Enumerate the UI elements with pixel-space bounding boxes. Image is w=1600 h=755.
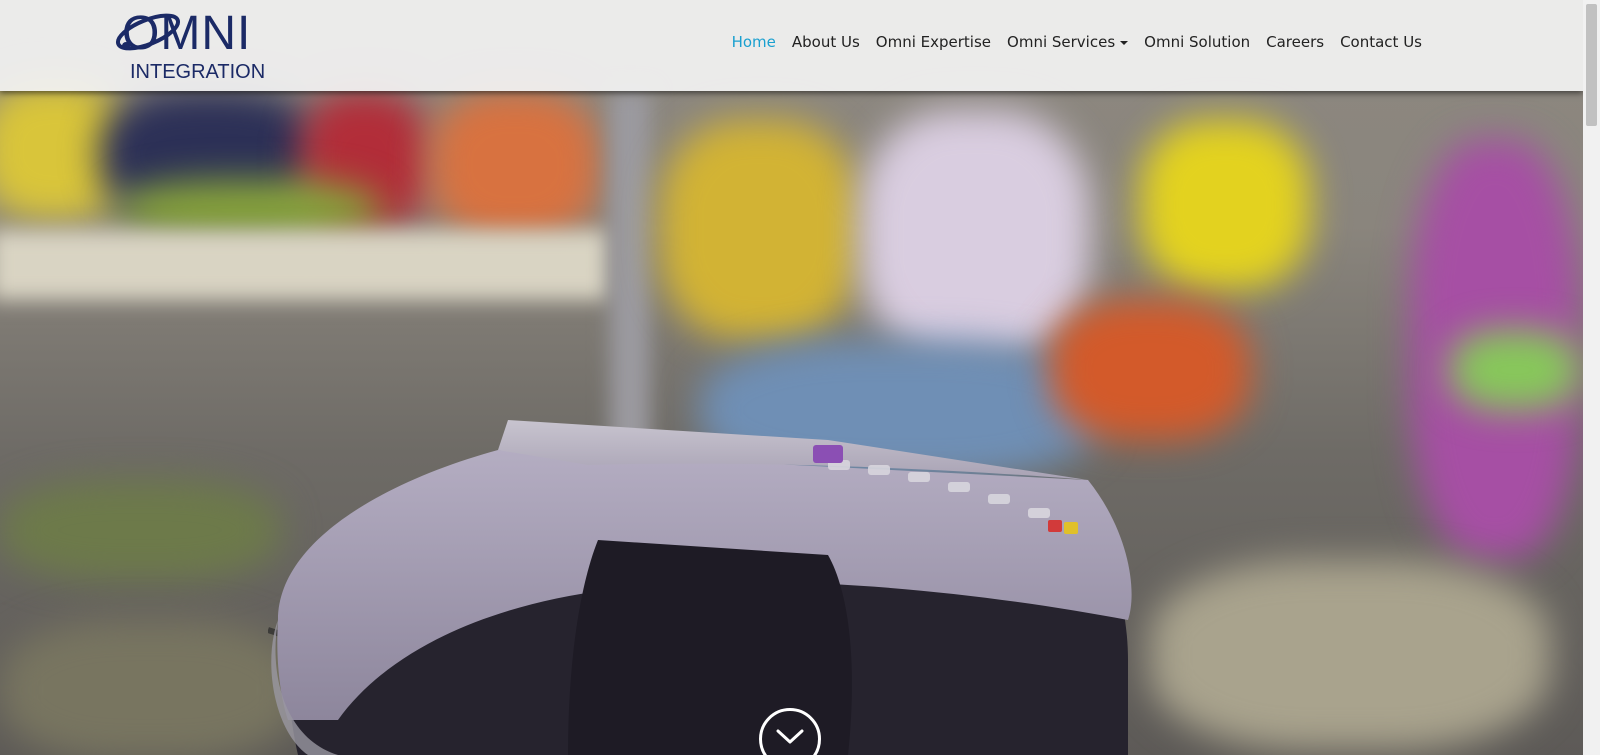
nav-item-omni-services-label: Omni Services — [1007, 33, 1116, 51]
nav-item-omni-expertise[interactable]: Omni Expertise — [868, 31, 999, 53]
logo-word-integration: INTEGRATION — [130, 61, 266, 83]
chevron-down-icon — [776, 729, 804, 744]
vertical-scrollbar[interactable] — [1583, 0, 1600, 755]
nav-item-home[interactable]: Home — [724, 31, 784, 53]
card-terminal-image — [268, 420, 1132, 755]
logo-word-omni: OMNI — [122, 7, 252, 60]
nav-item-omni-solution[interactable]: Omni Solution — [1136, 31, 1258, 53]
omni-integration-logo[interactable]: OMNI INTEGRATION — [114, 8, 294, 86]
nav-item-careers[interactable]: Careers — [1258, 31, 1332, 53]
nav-item-omni-services[interactable]: Omni Services — [999, 31, 1136, 53]
scrollbar-thumb[interactable] — [1586, 4, 1597, 126]
hero-background-image — [0, 0, 1583, 755]
top-navbar: OMNI INTEGRATION Home About Us Omni Expe… — [0, 0, 1583, 91]
page: OMNI INTEGRATION Home About Us Omni Expe… — [0, 0, 1600, 755]
nav-item-contact-us[interactable]: Contact Us — [1332, 31, 1430, 53]
nav-item-about-us[interactable]: About Us — [784, 31, 868, 53]
caret-down-icon — [1120, 40, 1129, 45]
main-nav: Home About Us Omni Expertise Omni Servic… — [724, 31, 1430, 53]
